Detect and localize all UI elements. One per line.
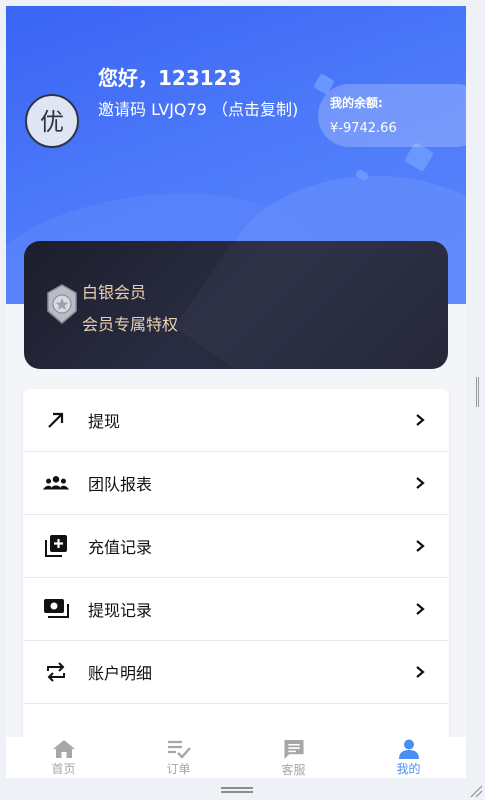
greeting-text: 您好，123123 (98, 66, 242, 90)
tab-label: 订单 (166, 762, 191, 776)
chat-icon (283, 739, 304, 760)
avatar[interactable]: 优 (25, 94, 79, 148)
bottom-resize-grip[interactable] (221, 787, 253, 793)
menu-item-label: 账户明细 (88, 664, 153, 683)
menu-list: 提现 团队报表 充值记录 提现记录 账户明细 (23, 389, 449, 778)
add-box-icon (43, 533, 69, 559)
avatar-logo-icon: 优 (40, 108, 64, 136)
vip-privilege: 会员专属特权 (82, 315, 179, 334)
vip-level: 白银会员 (82, 283, 147, 302)
svg-text:优: 优 (40, 108, 64, 136)
chevron-right-icon (416, 540, 425, 552)
chevron-right-icon (416, 603, 425, 615)
menu-item-withdraw[interactable]: 提现 (23, 389, 449, 452)
arrow-up-right-icon (43, 407, 69, 433)
app-viewport: 优 您好，123123 邀请码 LVJQ79 （点击复制) 我的余额: ¥-97… (6, 6, 466, 778)
bottom-tab-bar: 首页 订单 客服 我的 (6, 737, 466, 778)
balance-label: 我的余额: (330, 96, 383, 110)
group-icon (43, 470, 69, 496)
tab-mine[interactable]: 我的 (351, 737, 466, 778)
chevron-right-icon (416, 414, 425, 426)
menu-item-label: 团队报表 (88, 475, 153, 494)
menu-item-team-report[interactable]: 团队报表 (23, 452, 449, 515)
card-decoration (174, 241, 448, 369)
tab-home[interactable]: 首页 (6, 737, 121, 778)
cash-icon (43, 596, 69, 622)
vertical-resize-handle[interactable] (476, 377, 479, 407)
corner-resize-icon[interactable] (469, 784, 483, 798)
home-icon (52, 740, 75, 758)
menu-item-label: 充值记录 (88, 538, 153, 557)
tab-orders[interactable]: 订单 (121, 737, 236, 778)
menu-item-withdraw-records[interactable]: 提现记录 (23, 578, 449, 641)
balance-pill[interactable]: 我的余额: ¥-9742.66 (318, 84, 466, 147)
chevron-right-icon (416, 666, 425, 678)
chevron-right-icon (416, 477, 425, 489)
menu-item-label: 提现 (88, 412, 121, 431)
order-list-icon (167, 740, 191, 759)
menu-item-label: 提现记录 (88, 601, 153, 620)
tab-label: 首页 (51, 762, 76, 776)
swap-icon (43, 659, 69, 685)
invite-code-copy[interactable]: 邀请码 LVJQ79 （点击复制) (98, 98, 313, 122)
balance-value: ¥-9742.66 (330, 121, 397, 136)
person-icon (398, 739, 419, 759)
tab-label: 客服 (281, 763, 306, 777)
menu-item-account-details[interactable]: 账户明细 (23, 641, 449, 704)
silver-medal-icon (47, 284, 77, 324)
vip-card[interactable]: 白银会员 会员专属特权 (24, 241, 448, 369)
menu-item-recharge-records[interactable]: 充值记录 (23, 515, 449, 578)
tab-customer-service[interactable]: 客服 (236, 737, 351, 778)
tab-label: 我的 (396, 762, 421, 776)
